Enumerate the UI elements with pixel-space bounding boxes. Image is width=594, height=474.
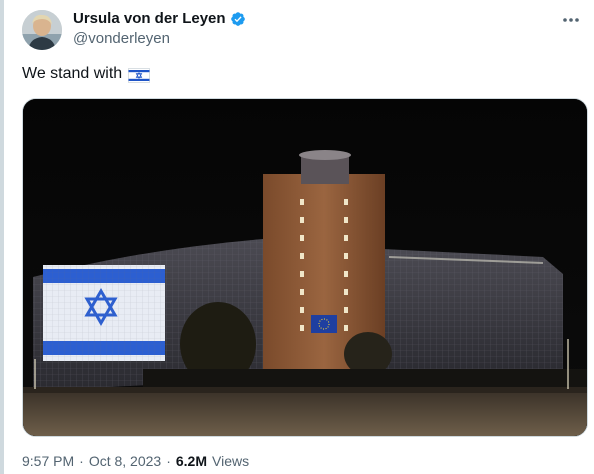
meta-separator: · bbox=[166, 453, 171, 469]
more-options-icon[interactable] bbox=[560, 10, 582, 30]
views-count: 6.2M bbox=[175, 453, 207, 469]
tweet-text: We stand with bbox=[22, 65, 151, 83]
author-display-name[interactable]: Ursula von der Leyen bbox=[73, 10, 226, 27]
building-photo-icon bbox=[23, 99, 587, 436]
author-name-row: Ursula von der Leyen bbox=[73, 10, 246, 27]
israel-flag-emoji-icon bbox=[128, 67, 151, 83]
views-label: Views bbox=[212, 453, 250, 469]
tweet-metadata: 9:57 PM · Oct 8, 2023 · 6.2M Views bbox=[22, 453, 249, 469]
left-border-strip bbox=[0, 0, 4, 474]
tweet-text-content: We stand with bbox=[22, 65, 123, 82]
verified-badge-icon bbox=[230, 11, 246, 27]
tweet-date[interactable]: Oct 8, 2023 bbox=[89, 453, 161, 469]
avatar-photo-icon bbox=[22, 10, 62, 50]
tweet-card[interactable]: Ursula von der Leyen @vonderleyen We sta… bbox=[20, 0, 588, 474]
author-avatar[interactable] bbox=[22, 10, 62, 50]
tweet-time[interactable]: 9:57 PM bbox=[22, 453, 74, 469]
author-handle[interactable]: @vonderleyen bbox=[73, 30, 170, 47]
tweet-media-photo[interactable] bbox=[22, 98, 588, 437]
meta-separator: · bbox=[79, 453, 84, 469]
